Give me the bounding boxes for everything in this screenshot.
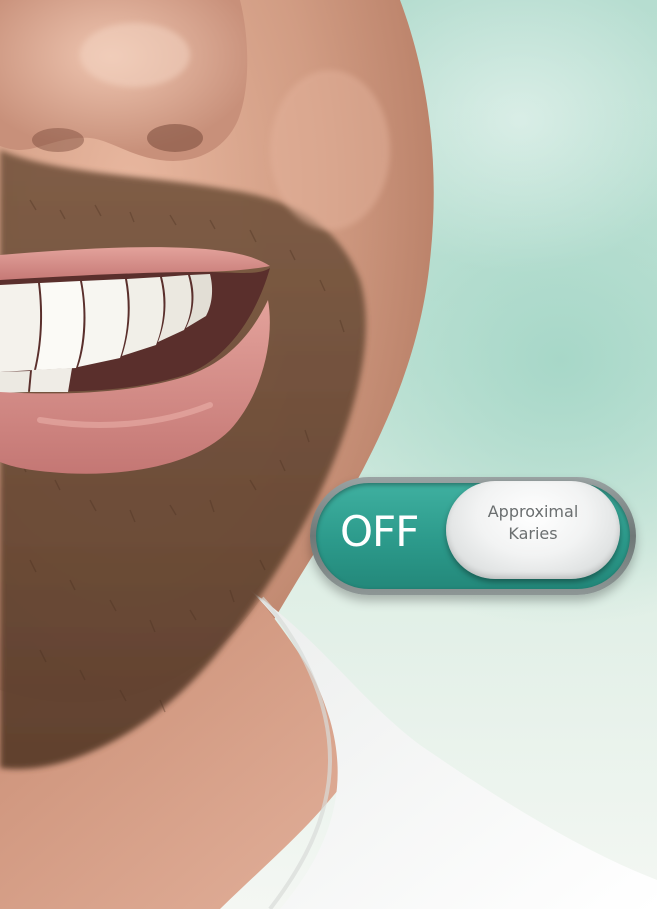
- smiling-man-photo: [0, 0, 657, 909]
- feature-label-line2: Karies: [508, 524, 558, 543]
- feature-toggle[interactable]: OFF Approximal Karies: [310, 477, 636, 595]
- feature-label-line1: Approximal: [487, 502, 579, 521]
- toggle-knob[interactable]: Approximal Karies: [446, 481, 620, 579]
- ad-canvas: OFF Approximal Karies: [0, 0, 657, 909]
- toggle-state-label: OFF: [340, 507, 419, 556]
- toggle-feature-label: Approximal Karies: [446, 501, 620, 545]
